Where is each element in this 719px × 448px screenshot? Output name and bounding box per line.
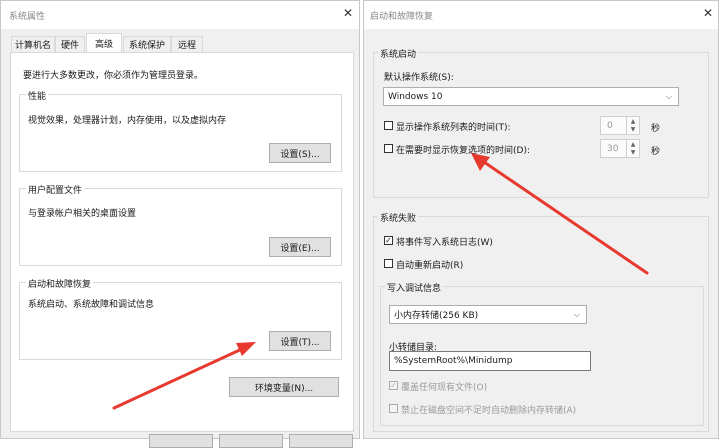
dump-directory-value: %SystemRoot%\Minidump [394,356,513,366]
environment-variables-button[interactable]: 环境变量(N)... [229,377,339,397]
startup-recovery-description: 系统启动、系统故障和调试信息 [28,300,155,310]
overwrite-existing-label[interactable]: 覆盖任何现有文件(O) [401,380,487,393]
show-os-list-seconds-value: 0 [607,120,613,131]
dump-directory-input[interactable]: %SystemRoot%\Minidump [389,351,591,371]
performance-heading: 性能 [26,89,49,102]
show-os-list-label[interactable]: 显示操作系统列表的时间(T): [396,120,511,133]
show-recovery-seconds-input[interactable]: 30 ▲ ▼ [600,139,640,158]
show-os-list-seconds-input[interactable]: 0 ▲ ▼ [600,116,640,135]
show-os-list-checkbox[interactable] [384,121,393,130]
system-failure-group: 系统失败 ✓ 将事件写入系统日志(W) 自动重新启动(R) 写入调试信息 小内存… [373,211,709,432]
auto-restart-checkbox[interactable] [384,259,393,268]
tab-system-protection[interactable]: 系统保护 [123,36,171,52]
advanced-tab-panel: 要进行大多数更改，你必须作为管理员登录。 性能 视觉效果，处理器计划，内存使用，… [10,52,354,432]
disable-auto-delete-label[interactable]: 禁止在磁盘空间不足时自动删除内存转储(A) [401,403,576,416]
startup-recovery-heading: 启动和故障恢复 [26,277,94,290]
system-failure-heading: 系统失败 [378,211,419,224]
chevron-down-icon: ⌵ [573,309,580,319]
user-profiles-group: 用户配置文件 与登录帐户相关的桌面设置 设置(E)... [19,183,342,266]
spin-up-icon[interactable]: ▲ [626,140,639,149]
overwrite-existing-checkbox[interactable]: ✓ [389,381,398,390]
startup-recovery-group: 启动和故障恢复 系统启动、系统故障和调试信息 设置(T)... [19,277,342,360]
performance-description: 视觉效果，处理器计划，内存使用，以及虚拟内存 [28,116,227,126]
dump-type-select[interactable]: 小内存转储(256 KB) ⌵ [389,305,587,324]
user-profiles-heading: 用户配置文件 [26,183,85,196]
write-event-log-label[interactable]: 将事件写入系统日志(W) [396,235,493,248]
user-profiles-description: 与登录帐户相关的桌面设置 [28,209,137,219]
tab-hardware[interactable]: 硬件 [55,36,85,52]
tab-advanced[interactable]: 高级 [86,33,122,53]
show-recovery-label[interactable]: 在需要时显示恢复选项的时间(D): [396,143,530,156]
performance-settings-button[interactable]: 设置(S)... [269,143,331,163]
show-recovery-seconds-value: 30 [607,143,619,154]
apply-button[interactable] [289,434,353,448]
system-startup-heading: 系统启动 [378,47,419,60]
ok-button[interactable] [149,434,213,448]
disable-auto-delete-checkbox[interactable] [389,404,398,413]
default-os-label: 默认操作系统(S): [384,73,454,83]
close-icon[interactable]: ✕ [703,7,713,19]
tab-computer-name[interactable]: 计算机名 [11,36,55,52]
system-properties-titlebar: 系统属性 ✕ [1,1,359,29]
dump-type-value: 小内存转储(256 KB) [394,311,479,321]
write-event-log-checkbox[interactable]: ✓ [384,236,393,245]
chevron-down-icon: ⌵ [665,91,672,101]
startup-recovery-settings-button[interactable]: 设置(T)... [269,331,331,351]
seconds-unit-label: 秒 [651,147,661,157]
spin-down-icon[interactable]: ▼ [626,148,639,157]
user-profiles-settings-button[interactable]: 设置(E)... [269,237,331,257]
system-properties-window: 系统属性 ✕ 计算机名 硬件 高级 系统保护 远程 要进行大多数更改，你必须作为… [0,0,360,448]
startup-recovery-titlebar: 启动和故障恢复 ✕ [364,1,718,29]
show-recovery-checkbox[interactable] [384,144,393,153]
close-icon[interactable]: ✕ [343,7,353,19]
debug-info-heading: 写入调试信息 [385,281,444,294]
seconds-unit-label: 秒 [651,124,661,134]
startup-recovery-window: 启动和故障恢复 ✕ 系统启动 默认操作系统(S): Windows 10 ⌵ 显… [363,0,719,439]
debug-info-group: 写入调试信息 小内存转储(256 KB) ⌵ 小转储目录: %SystemRoo… [380,281,704,426]
spin-down-icon[interactable]: ▼ [626,125,639,134]
window-title: 系统属性 [9,12,46,22]
auto-restart-label[interactable]: 自动重新启动(R) [396,258,463,271]
system-startup-group: 系统启动 默认操作系统(S): Windows 10 ⌵ 显示操作系统列表的时间… [373,47,709,198]
window-title: 启动和故障恢复 [370,12,434,22]
tab-remote[interactable]: 远程 [171,36,203,52]
default-os-value: Windows 10 [388,91,443,102]
spin-up-icon[interactable]: ▲ [626,117,639,126]
admin-note: 要进行大多数更改，你必须作为管理员登录。 [23,71,204,81]
performance-group: 性能 视觉效果，处理器计划，内存使用，以及虚拟内存 设置(S)... [19,89,342,172]
default-os-select[interactable]: Windows 10 ⌵ [383,87,679,106]
cancel-button[interactable] [219,434,283,448]
